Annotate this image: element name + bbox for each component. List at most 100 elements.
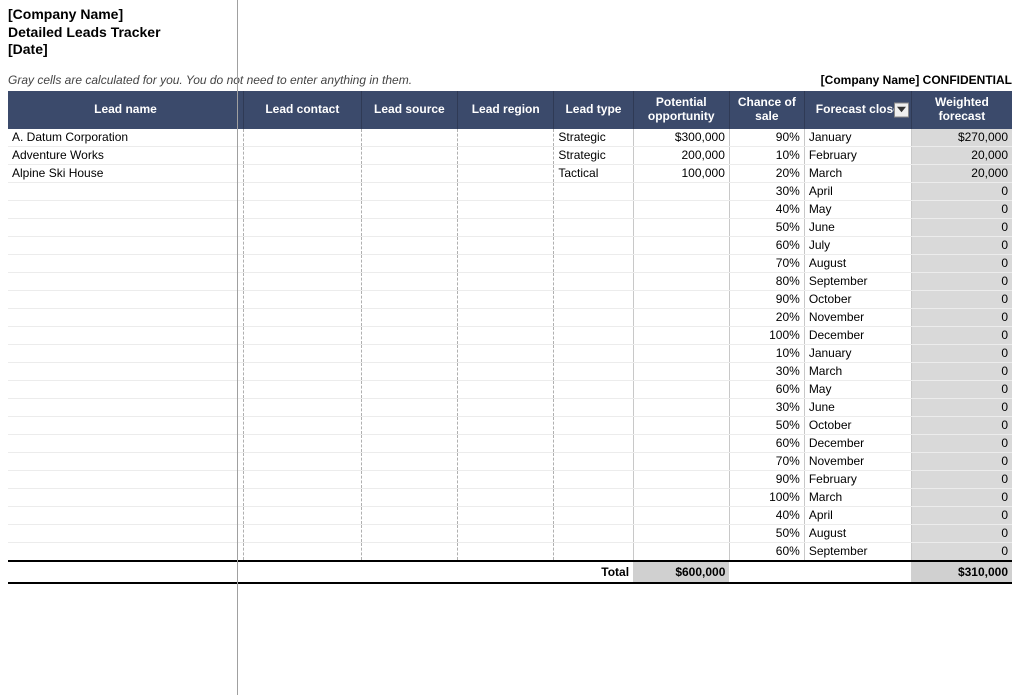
cell[interactable] — [8, 524, 243, 542]
cell[interactable]: February — [804, 470, 911, 488]
cell[interactable] — [8, 398, 243, 416]
cell[interactable] — [554, 272, 633, 290]
cell[interactable] — [243, 290, 361, 308]
cell[interactable] — [8, 470, 243, 488]
cell[interactable] — [8, 326, 243, 344]
cell[interactable]: Tactical — [554, 164, 633, 182]
cell[interactable]: 60% — [729, 380, 804, 398]
cell[interactable]: 70% — [729, 452, 804, 470]
cell[interactable] — [243, 470, 361, 488]
cell[interactable] — [633, 182, 729, 200]
cell[interactable] — [243, 506, 361, 524]
cell[interactable] — [458, 398, 554, 416]
cell[interactable] — [554, 326, 633, 344]
cell[interactable] — [8, 290, 243, 308]
cell[interactable]: December — [804, 434, 911, 452]
cell[interactable]: 200,000 — [633, 146, 729, 164]
cell[interactable] — [554, 524, 633, 542]
cell[interactable] — [8, 308, 243, 326]
cell[interactable] — [8, 272, 243, 290]
col-chance[interactable]: Chance of sale — [729, 91, 804, 129]
cell[interactable]: 50% — [729, 218, 804, 236]
cell[interactable] — [633, 488, 729, 506]
cell[interactable] — [458, 416, 554, 434]
cell[interactable] — [458, 290, 554, 308]
cell[interactable] — [243, 129, 361, 147]
cell[interactable]: April — [804, 506, 911, 524]
cell[interactable]: A. Datum Corporation — [8, 129, 243, 147]
cell[interactable] — [554, 200, 633, 218]
cell[interactable] — [458, 452, 554, 470]
cell[interactable] — [361, 254, 457, 272]
cell[interactable] — [554, 488, 633, 506]
cell[interactable]: 100,000 — [633, 164, 729, 182]
cell[interactable] — [243, 182, 361, 200]
cell[interactable] — [458, 326, 554, 344]
cell[interactable]: July — [804, 236, 911, 254]
cell[interactable] — [633, 542, 729, 561]
cell[interactable] — [361, 398, 457, 416]
cell[interactable] — [8, 488, 243, 506]
cell[interactable]: March — [804, 488, 911, 506]
cell[interactable]: October — [804, 290, 911, 308]
cell[interactable] — [361, 506, 457, 524]
col-lead-source[interactable]: Lead source — [361, 91, 457, 129]
cell[interactable]: April — [804, 182, 911, 200]
cell[interactable] — [554, 542, 633, 561]
cell[interactable] — [458, 182, 554, 200]
cell[interactable] — [361, 200, 457, 218]
cell[interactable]: 40% — [729, 200, 804, 218]
cell[interactable] — [8, 218, 243, 236]
cell[interactable] — [633, 290, 729, 308]
col-lead-type[interactable]: Lead type — [554, 91, 633, 129]
cell[interactable]: 100% — [729, 488, 804, 506]
cell[interactable]: June — [804, 398, 911, 416]
cell[interactable] — [633, 200, 729, 218]
cell[interactable] — [361, 308, 457, 326]
cell[interactable] — [243, 200, 361, 218]
cell[interactable] — [8, 452, 243, 470]
cell[interactable] — [458, 470, 554, 488]
cell[interactable] — [243, 236, 361, 254]
cell[interactable]: 90% — [729, 470, 804, 488]
cell[interactable]: 30% — [729, 362, 804, 380]
cell[interactable] — [458, 200, 554, 218]
cell[interactable] — [361, 488, 457, 506]
cell[interactable] — [633, 524, 729, 542]
cell[interactable]: January — [804, 129, 911, 147]
cell[interactable]: 70% — [729, 254, 804, 272]
cell[interactable] — [361, 236, 457, 254]
cell[interactable]: 80% — [729, 272, 804, 290]
cell[interactable]: 30% — [729, 182, 804, 200]
cell[interactable]: Alpine Ski House — [8, 164, 243, 182]
cell[interactable] — [8, 254, 243, 272]
cell[interactable] — [633, 254, 729, 272]
cell[interactable] — [8, 200, 243, 218]
cell[interactable]: 90% — [729, 129, 804, 147]
cell[interactable] — [633, 380, 729, 398]
cell[interactable] — [361, 416, 457, 434]
cell[interactable] — [361, 326, 457, 344]
cell[interactable] — [243, 362, 361, 380]
cell[interactable] — [633, 470, 729, 488]
cell[interactable] — [554, 254, 633, 272]
cell[interactable]: 100% — [729, 326, 804, 344]
cell[interactable] — [8, 236, 243, 254]
cell[interactable] — [8, 380, 243, 398]
cell[interactable]: Adventure Works — [8, 146, 243, 164]
cell[interactable]: 60% — [729, 542, 804, 561]
cell[interactable]: $300,000 — [633, 129, 729, 147]
cell[interactable] — [554, 218, 633, 236]
cell[interactable] — [458, 344, 554, 362]
cell[interactable] — [633, 326, 729, 344]
cell[interactable]: 30% — [729, 398, 804, 416]
cell[interactable] — [554, 398, 633, 416]
cell[interactable]: Strategic — [554, 146, 633, 164]
cell[interactable] — [8, 506, 243, 524]
cell[interactable] — [243, 218, 361, 236]
cell[interactable] — [243, 398, 361, 416]
cell[interactable] — [361, 470, 457, 488]
col-weighted[interactable]: Weighted forecast — [911, 91, 1012, 129]
cell[interactable] — [554, 182, 633, 200]
cell[interactable]: October — [804, 416, 911, 434]
